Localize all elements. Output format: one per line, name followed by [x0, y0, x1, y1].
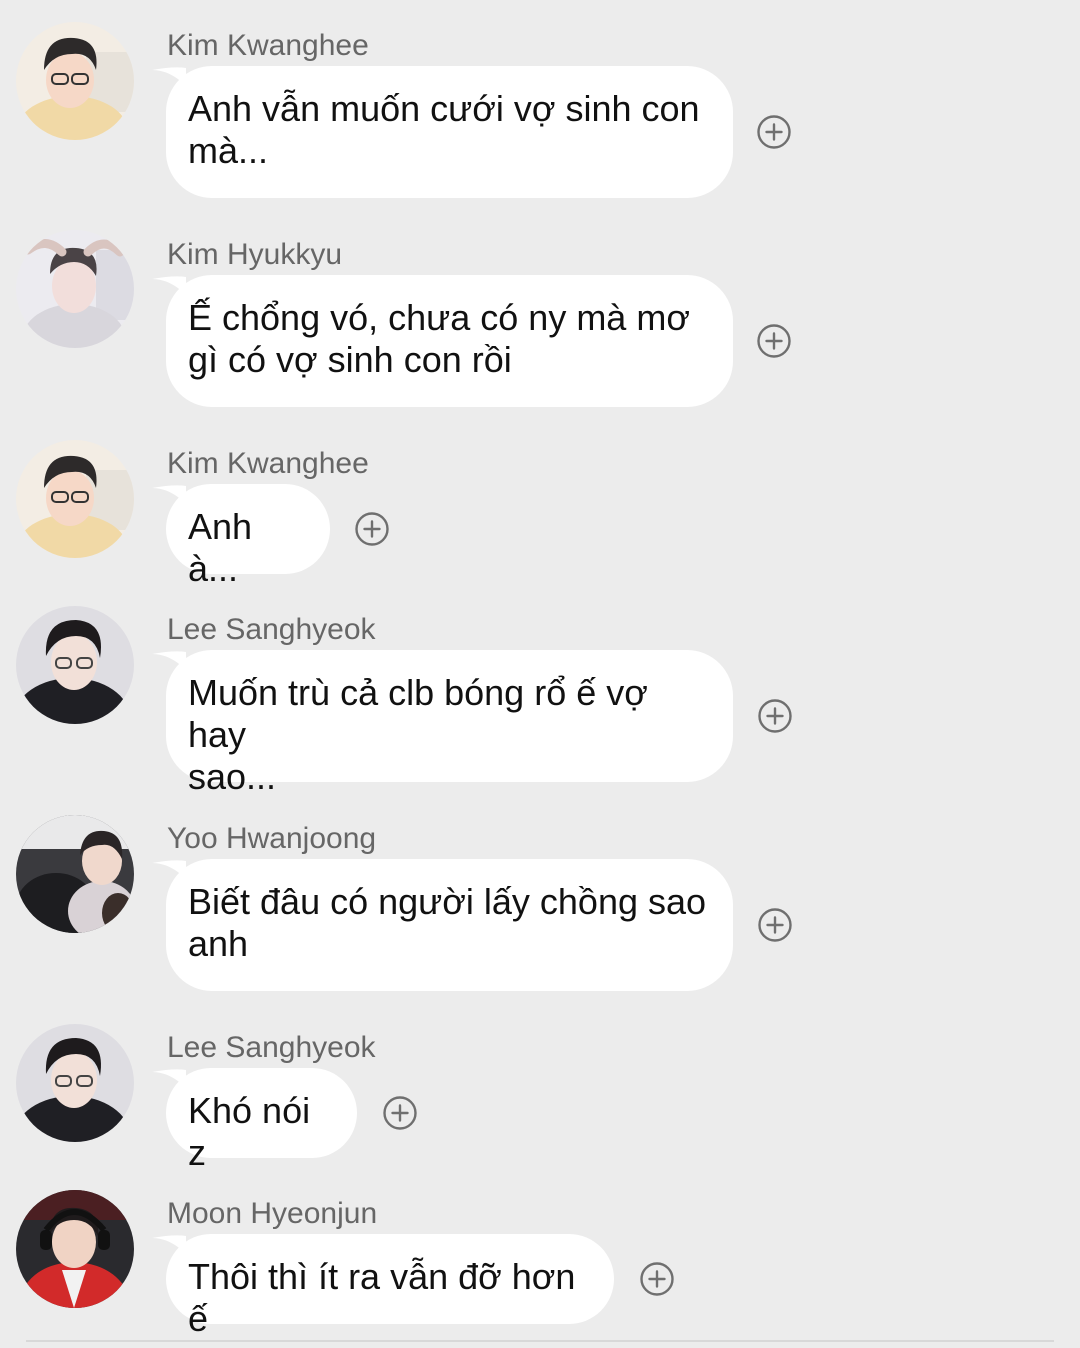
person-avatar-icon: [16, 606, 134, 724]
add-reaction-icon: [640, 1262, 674, 1296]
add-reaction-icon: [757, 324, 791, 358]
divider: [26, 1340, 1054, 1342]
avatar[interactable]: [16, 230, 134, 348]
person-avatar-icon: [16, 815, 134, 933]
sender-name: Kim Hyukkyu: [167, 238, 343, 271]
avatar[interactable]: [16, 22, 134, 140]
message-bubble[interactable]: Anh à...: [166, 484, 330, 589]
chat-thread: Kim Kwanghee Anh vẫn muốn cưới vợ sinh c…: [0, 0, 1080, 1348]
person-avatar-icon: [16, 22, 134, 140]
person-avatar-icon: [16, 440, 134, 558]
add-reaction-button[interactable]: [756, 323, 792, 359]
message-bubble[interactable]: Ế chổng vó, chưa có ny mà mơ gì có vợ si…: [166, 275, 733, 407]
message-bubble[interactable]: Anh vẫn muốn cưới vợ sinh con mà...: [166, 66, 733, 198]
add-reaction-button[interactable]: [639, 1261, 675, 1297]
sender-name: Yoo Hwanjoong: [167, 822, 377, 855]
sender-name: Kim Kwanghee: [167, 29, 369, 62]
avatar[interactable]: [16, 440, 134, 558]
message-bubble[interactable]: Khó nói z: [166, 1068, 357, 1173]
person-avatar-icon: [16, 230, 134, 348]
add-reaction-icon: [758, 908, 792, 942]
message-bubble[interactable]: Biết đâu có người lấy chồng sao anh: [166, 859, 733, 991]
message-bubble[interactable]: Thôi thì ít ra vẫn đỡ hơn ế: [166, 1234, 614, 1339]
avatar[interactable]: [16, 815, 134, 933]
sender-name: Lee Sanghyeok: [167, 613, 376, 646]
add-reaction-icon: [355, 512, 389, 546]
sender-name: Moon Hyeonjun: [167, 1197, 378, 1230]
add-reaction-icon: [383, 1096, 417, 1130]
sender-name: Lee Sanghyeok: [167, 1031, 376, 1064]
person-avatar-icon: [16, 1024, 134, 1142]
person-avatar-icon: [16, 1190, 134, 1308]
sender-name: Kim Kwanghee: [167, 447, 369, 480]
add-reaction-icon: [758, 699, 792, 733]
add-reaction-button[interactable]: [757, 907, 793, 943]
add-reaction-button[interactable]: [354, 511, 390, 547]
add-reaction-button[interactable]: [756, 114, 792, 150]
add-reaction-button[interactable]: [382, 1095, 418, 1131]
add-reaction-button[interactable]: [757, 698, 793, 734]
message-bubble[interactable]: Muốn trù cả clb bóng rổ ế vợ hay sao...: [166, 650, 733, 797]
avatar[interactable]: [16, 1024, 134, 1142]
avatar[interactable]: [16, 606, 134, 724]
avatar[interactable]: [16, 1190, 134, 1308]
add-reaction-icon: [757, 115, 791, 149]
